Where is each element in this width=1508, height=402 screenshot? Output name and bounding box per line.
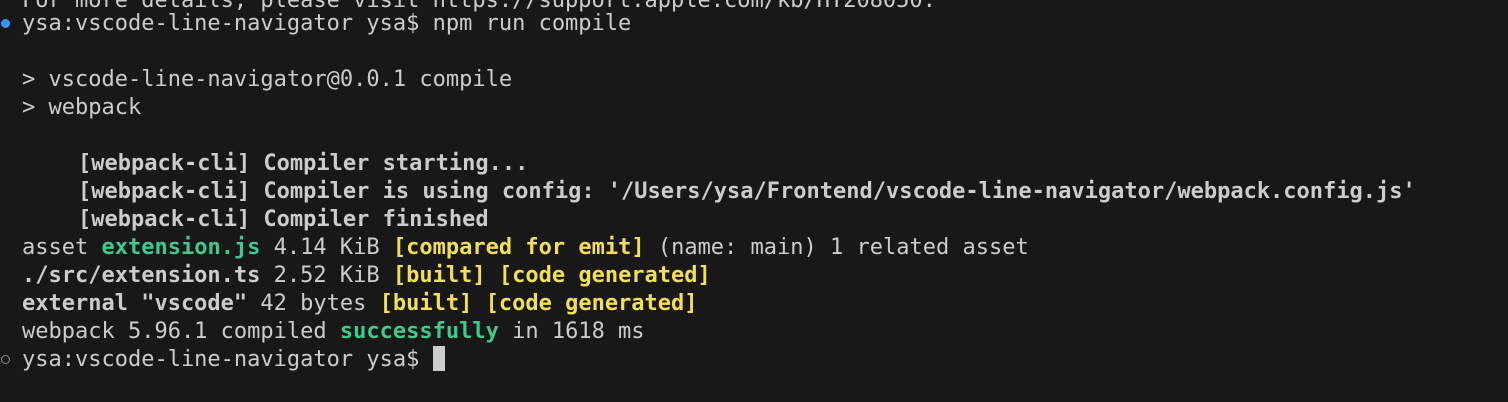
webpack-cli-line: [webpack-cli] Compiler is using config: … xyxy=(78,179,1416,204)
external-built-badge: [built] xyxy=(379,291,473,316)
module-built-badge: [built] xyxy=(392,263,486,288)
asset-line: asset extension.js 4.14 KiB [compared fo… xyxy=(22,234,1029,262)
asset-prefix: asset xyxy=(22,235,89,260)
npm-script-command: > webpack xyxy=(22,95,142,120)
result-prefix: webpack 5.96.1 compiled xyxy=(22,319,327,344)
module-generated-badge: [code generated] xyxy=(498,263,711,288)
webpack-cli-line: [webpack-cli] Compiler starting... xyxy=(78,151,529,176)
external-line: external "vscode" 42 bytes [built] [code… xyxy=(22,290,698,318)
prompt: ysa:vscode-line-navigator ysa$ xyxy=(22,11,420,36)
asset-size: 4.14 KiB xyxy=(273,235,380,260)
command-pending-decoration-icon[interactable] xyxy=(1,355,10,364)
asset-status: [compared for emit] xyxy=(392,235,645,260)
prompt-line[interactable]: ysa:vscode-line-navigator ysa$ xyxy=(22,346,445,374)
webpack-cli-line: [webpack-cli] Compiler finished xyxy=(78,207,489,232)
result-line: webpack 5.96.1 compiled successfully in … xyxy=(22,318,645,346)
final-prompt: ysa:vscode-line-navigator ysa$ xyxy=(22,347,420,372)
terminal-cursor xyxy=(432,346,445,371)
command-success-decoration-icon[interactable] xyxy=(1,19,10,28)
module-size: 2.52 KiB xyxy=(273,263,380,288)
result-status: successfully xyxy=(339,319,499,344)
external-size: 42 bytes xyxy=(260,291,367,316)
asset-file: extension.js xyxy=(101,235,261,260)
module-line: ./src/extension.ts 2.52 KiB [built] [cod… xyxy=(22,262,711,290)
module-path: ./src/extension.ts xyxy=(22,263,261,288)
external-label: external "vscode" xyxy=(22,291,248,316)
command-line: ysa:vscode-line-navigator ysa$ npm run c… xyxy=(22,10,631,38)
terminal-panel[interactable]: For more details, please visit https://s… xyxy=(0,0,1508,402)
asset-suffix: (name: main) 1 related asset xyxy=(657,235,1029,260)
npm-script-header: > vscode-line-navigator@0.0.1 compile xyxy=(22,67,513,92)
result-suffix: in 1618 ms xyxy=(512,319,645,344)
command-text: npm run compile xyxy=(432,11,632,36)
external-generated-badge: [code generated] xyxy=(485,291,698,316)
